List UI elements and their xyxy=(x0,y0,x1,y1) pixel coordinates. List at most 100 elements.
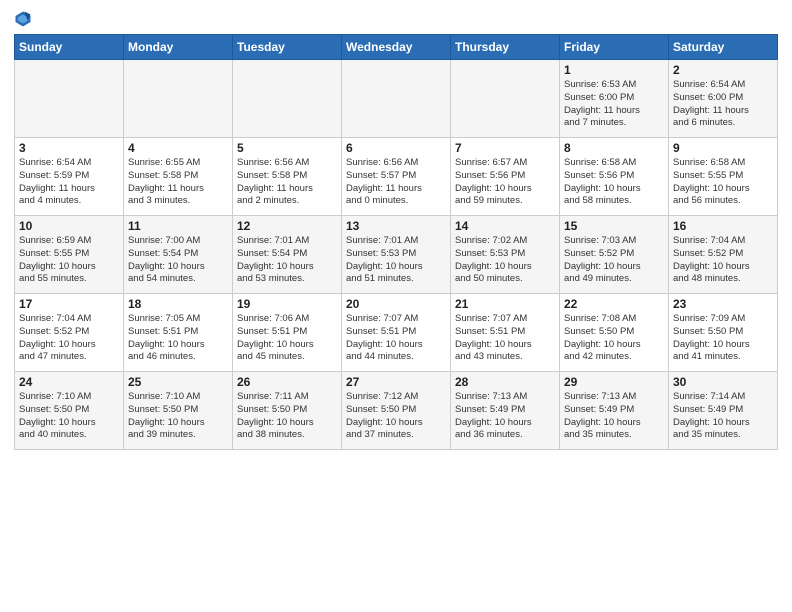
day-info: Sunrise: 7:00 AM Sunset: 5:54 PM Dayligh… xyxy=(128,235,228,286)
day-number: 28 xyxy=(455,375,555,389)
calendar-week-row: 3 Sunrise: 6:54 AM Sunset: 5:59 PM Daylig… xyxy=(15,138,778,216)
weekday-header: Friday xyxy=(560,35,669,60)
day-info: Sunrise: 7:04 AM Sunset: 5:52 PM Dayligh… xyxy=(19,313,119,364)
calendar-cell: 3 Sunrise: 6:54 AM Sunset: 5:59 PM Daylig… xyxy=(15,138,124,216)
calendar-cell: 2 Sunrise: 6:54 AM Sunset: 6:00 PM Daylig… xyxy=(669,60,778,138)
calendar-cell: 5Sunrise: 6:56 AM Sunset: 5:58 PM Daylig… xyxy=(233,138,342,216)
day-info: Sunrise: 7:03 AM Sunset: 5:52 PM Dayligh… xyxy=(564,235,664,286)
calendar-cell: 20Sunrise: 7:07 AM Sunset: 5:51 PM Dayli… xyxy=(342,294,451,372)
weekday-header: Sunday xyxy=(15,35,124,60)
day-info: Sunrise: 7:02 AM Sunset: 5:53 PM Dayligh… xyxy=(455,235,555,286)
calendar-cell xyxy=(15,60,124,138)
calendar-cell: 10 Sunrise: 6:59 AM Sunset: 5:55 PM Dayli… xyxy=(15,216,124,294)
day-number: 13 xyxy=(346,219,446,233)
day-info: Sunrise: 6:55 AM Sunset: 5:58 PM Dayligh… xyxy=(128,157,228,208)
calendar-cell: 29 Sunrise: 7:13 AM Sunset: 5:49 PM Dayli… xyxy=(560,372,669,450)
day-number: 29 xyxy=(564,375,664,389)
day-number: 23 xyxy=(673,297,773,311)
logo-icon xyxy=(14,10,32,28)
day-info: Sunrise: 6:58 AM Sunset: 5:56 PM Dayligh… xyxy=(564,157,664,208)
day-info: Sunrise: 6:53 AM Sunset: 6:00 PM Dayligh… xyxy=(564,79,664,130)
day-number: 20 xyxy=(346,297,446,311)
day-number: 25 xyxy=(128,375,228,389)
day-info: Sunrise: 6:54 AM Sunset: 5:59 PM Dayligh… xyxy=(19,157,119,208)
calendar-cell: 21 Sunrise: 7:07 AM Sunset: 5:51 PM Dayli… xyxy=(451,294,560,372)
day-info: Sunrise: 7:13 AM Sunset: 5:49 PM Dayligh… xyxy=(564,391,664,442)
day-info: Sunrise: 6:56 AM Sunset: 5:58 PM Dayligh… xyxy=(237,157,337,208)
day-number: 16 xyxy=(673,219,773,233)
calendar-cell xyxy=(451,60,560,138)
weekday-header: Wednesday xyxy=(342,35,451,60)
calendar-cell xyxy=(342,60,451,138)
calendar-cell: 4 Sunrise: 6:55 AM Sunset: 5:58 PM Daylig… xyxy=(124,138,233,216)
logo xyxy=(14,10,34,28)
calendar-week-row: 1 Sunrise: 6:53 AM Sunset: 6:00 PM Daylig… xyxy=(15,60,778,138)
calendar-cell: 17 Sunrise: 7:04 AM Sunset: 5:52 PM Dayli… xyxy=(15,294,124,372)
day-info: Sunrise: 7:06 AM Sunset: 5:51 PM Dayligh… xyxy=(237,313,337,364)
page: SundayMondayTuesdayWednesdayThursdayFrid… xyxy=(0,0,792,612)
day-number: 17 xyxy=(19,297,119,311)
calendar-cell: 16 Sunrise: 7:04 AM Sunset: 5:52 PM Dayli… xyxy=(669,216,778,294)
day-number: 30 xyxy=(673,375,773,389)
day-info: Sunrise: 7:10 AM Sunset: 5:50 PM Dayligh… xyxy=(128,391,228,442)
day-info: Sunrise: 7:01 AM Sunset: 5:53 PM Dayligh… xyxy=(346,235,446,286)
day-info: Sunrise: 7:04 AM Sunset: 5:52 PM Dayligh… xyxy=(673,235,773,286)
day-number: 10 xyxy=(19,219,119,233)
calendar-cell: 24 Sunrise: 7:10 AM Sunset: 5:50 PM Dayli… xyxy=(15,372,124,450)
calendar-cell: 25 Sunrise: 7:10 AM Sunset: 5:50 PM Dayli… xyxy=(124,372,233,450)
calendar-cell: 11 Sunrise: 7:00 AM Sunset: 5:54 PM Dayli… xyxy=(124,216,233,294)
calendar-cell: 27Sunrise: 7:12 AM Sunset: 5:50 PM Dayli… xyxy=(342,372,451,450)
calendar-cell: 30 Sunrise: 7:14 AM Sunset: 5:49 PM Dayli… xyxy=(669,372,778,450)
calendar-cell: 15Sunrise: 7:03 AM Sunset: 5:52 PM Dayli… xyxy=(560,216,669,294)
calendar-cell xyxy=(124,60,233,138)
calendar-table: SundayMondayTuesdayWednesdayThursdayFrid… xyxy=(14,34,778,450)
calendar-cell: 28Sunrise: 7:13 AM Sunset: 5:49 PM Dayli… xyxy=(451,372,560,450)
day-number: 19 xyxy=(237,297,337,311)
day-number: 4 xyxy=(128,141,228,155)
calendar-cell: 12 Sunrise: 7:01 AM Sunset: 5:54 PM Dayli… xyxy=(233,216,342,294)
calendar-cell: 19 Sunrise: 7:06 AM Sunset: 5:51 PM Dayli… xyxy=(233,294,342,372)
calendar-week-row: 24 Sunrise: 7:10 AM Sunset: 5:50 PM Dayli… xyxy=(15,372,778,450)
day-number: 14 xyxy=(455,219,555,233)
calendar-cell: 1 Sunrise: 6:53 AM Sunset: 6:00 PM Daylig… xyxy=(560,60,669,138)
day-info: Sunrise: 7:07 AM Sunset: 5:51 PM Dayligh… xyxy=(455,313,555,364)
day-number: 24 xyxy=(19,375,119,389)
day-info: Sunrise: 7:01 AM Sunset: 5:54 PM Dayligh… xyxy=(237,235,337,286)
calendar-week-row: 10 Sunrise: 6:59 AM Sunset: 5:55 PM Dayli… xyxy=(15,216,778,294)
day-number: 12 xyxy=(237,219,337,233)
day-info: Sunrise: 6:56 AM Sunset: 5:57 PM Dayligh… xyxy=(346,157,446,208)
day-info: Sunrise: 7:11 AM Sunset: 5:50 PM Dayligh… xyxy=(237,391,337,442)
day-info: Sunrise: 6:58 AM Sunset: 5:55 PM Dayligh… xyxy=(673,157,773,208)
calendar-cell: 26 Sunrise: 7:11 AM Sunset: 5:50 PM Dayli… xyxy=(233,372,342,450)
day-number: 22 xyxy=(564,297,664,311)
day-info: Sunrise: 6:57 AM Sunset: 5:56 PM Dayligh… xyxy=(455,157,555,208)
day-number: 7 xyxy=(455,141,555,155)
day-info: Sunrise: 7:09 AM Sunset: 5:50 PM Dayligh… xyxy=(673,313,773,364)
weekday-header: Tuesday xyxy=(233,35,342,60)
calendar-cell: 9 Sunrise: 6:58 AM Sunset: 5:55 PM Daylig… xyxy=(669,138,778,216)
day-info: Sunrise: 6:59 AM Sunset: 5:55 PM Dayligh… xyxy=(19,235,119,286)
day-info: Sunrise: 7:05 AM Sunset: 5:51 PM Dayligh… xyxy=(128,313,228,364)
day-number: 3 xyxy=(19,141,119,155)
day-number: 6 xyxy=(346,141,446,155)
calendar-cell: 22 Sunrise: 7:08 AM Sunset: 5:50 PM Dayli… xyxy=(560,294,669,372)
day-number: 9 xyxy=(673,141,773,155)
calendar-cell: 18 Sunrise: 7:05 AM Sunset: 5:51 PM Dayli… xyxy=(124,294,233,372)
header xyxy=(14,10,778,28)
day-info: Sunrise: 7:14 AM Sunset: 5:49 PM Dayligh… xyxy=(673,391,773,442)
calendar-cell: 14 Sunrise: 7:02 AM Sunset: 5:53 PM Dayli… xyxy=(451,216,560,294)
day-number: 21 xyxy=(455,297,555,311)
day-number: 26 xyxy=(237,375,337,389)
day-number: 18 xyxy=(128,297,228,311)
day-number: 11 xyxy=(128,219,228,233)
calendar-cell: 13 Sunrise: 7:01 AM Sunset: 5:53 PM Dayli… xyxy=(342,216,451,294)
day-info: Sunrise: 6:54 AM Sunset: 6:00 PM Dayligh… xyxy=(673,79,773,130)
day-number: 27 xyxy=(346,375,446,389)
day-info: Sunrise: 7:08 AM Sunset: 5:50 PM Dayligh… xyxy=(564,313,664,364)
calendar-header-row: SundayMondayTuesdayWednesdayThursdayFrid… xyxy=(15,35,778,60)
day-number: 1 xyxy=(564,63,664,77)
day-info: Sunrise: 7:10 AM Sunset: 5:50 PM Dayligh… xyxy=(19,391,119,442)
weekday-header: Thursday xyxy=(451,35,560,60)
calendar-cell: 8Sunrise: 6:58 AM Sunset: 5:56 PM Daylig… xyxy=(560,138,669,216)
day-number: 2 xyxy=(673,63,773,77)
